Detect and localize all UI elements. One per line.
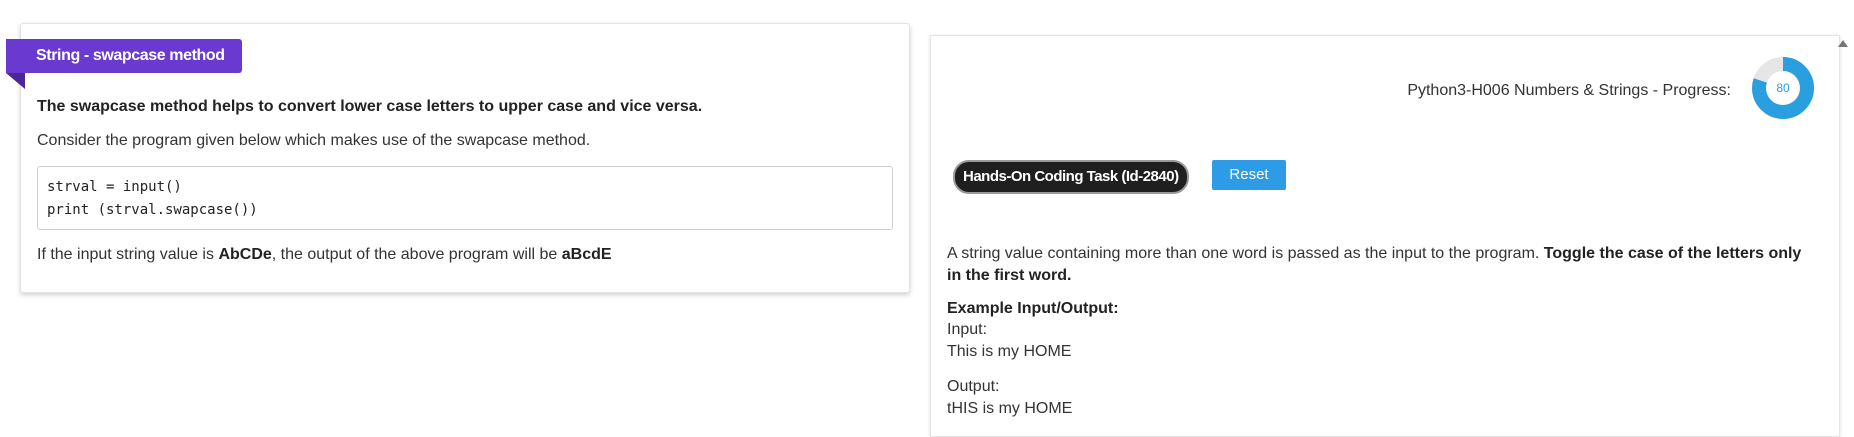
code-block: strval = input() print (strval.swapcase(… (37, 166, 893, 230)
task-badge: Hands-On Coding Task (Id-2840) (953, 160, 1189, 194)
example-heading: Example Input/Output: (947, 300, 1119, 317)
concept-card: String - swapcase method The swapcase me… (6, 23, 910, 293)
desc-plain: A string value containing more than one … (947, 245, 1544, 262)
scroll-up-icon[interactable] (1838, 40, 1848, 47)
consider-text: Consider the program given below which m… (37, 132, 591, 149)
section-ribbon-title: String - swapcase method (6, 39, 242, 73)
input-example: AbCDe (218, 246, 272, 263)
output-example: aBcdE (561, 246, 612, 263)
example-explanation: If the input string value is AbCDe, the … (37, 246, 612, 264)
code-line: print (strval.swapcase()) (47, 202, 258, 218)
example-output-label: Output: (947, 378, 1000, 395)
task-panel: Python3-H006 Numbers & Strings - Progres… (930, 35, 1840, 437)
code-line: strval = input() (47, 179, 182, 195)
progress-label: Python3-H006 Numbers & Strings - Progres… (1407, 82, 1731, 99)
example-input-label: Input: (947, 321, 988, 338)
reset-button[interactable]: Reset (1212, 160, 1286, 190)
example-output-value: tHIS is my HOME (947, 400, 1073, 417)
explanation-prefix: If the input string value is (37, 246, 219, 263)
intro-text: The swapcase method helps to convert low… (37, 98, 703, 115)
explanation-middle: , the output of the above program will b… (271, 246, 562, 263)
progress-value: 80 (1776, 81, 1790, 95)
example-input-value: This is my HOME (947, 343, 1072, 360)
ribbon-fold (6, 73, 25, 89)
task-description: A string value containing more than one … (947, 243, 1807, 287)
